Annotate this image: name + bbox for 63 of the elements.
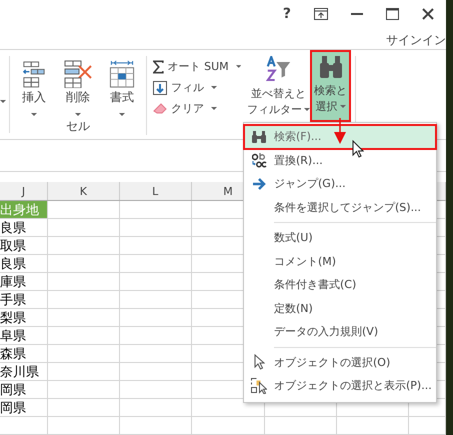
format-cells-icon: [109, 60, 135, 88]
table-cell: 取県: [0, 237, 48, 255]
menu-item[interactable]: オブジェクトの選択と表示(P)...: [244, 374, 436, 398]
table-cell: 阜県: [0, 327, 48, 345]
table-cell: 森県: [0, 345, 48, 363]
delete-cells-icon: [64, 60, 92, 88]
help-button[interactable]: ?: [282, 6, 291, 22]
table-cell: 岡県: [0, 381, 48, 399]
table-cell: 岡県: [0, 399, 48, 417]
caret-icon: [304, 108, 310, 111]
fill-down-icon: [153, 80, 167, 94]
caret-icon[interactable]: [0, 100, 6, 104]
menu-item[interactable]: 数式(U): [244, 226, 436, 250]
format-button[interactable]: 書式: [101, 56, 143, 118]
maximize-icon[interactable]: [386, 8, 399, 20]
table-cell: 出身地: [0, 201, 48, 219]
menu-item[interactable]: 置換(R)...: [244, 148, 436, 172]
column-header[interactable]: L: [120, 182, 192, 200]
close-icon[interactable]: [422, 8, 434, 20]
sum-button[interactable]: オート SUM: [151, 58, 243, 75]
fill-button[interactable]: フィル: [151, 79, 243, 96]
arrow-right-icon: [252, 178, 266, 190]
cursor-icon: [352, 140, 364, 158]
replace-icon: [252, 152, 266, 168]
selection-pane-icon: [251, 378, 267, 394]
column-header[interactable]: K: [48, 182, 120, 200]
table-cell: [0, 417, 48, 435]
binoculars-icon: [320, 56, 342, 78]
caret-icon: [340, 105, 346, 108]
eraser-icon: [153, 103, 167, 114]
caret-icon: [75, 113, 81, 116]
menu-item[interactable]: コメント(M): [244, 250, 436, 273]
insert-button[interactable]: 挿入: [13, 56, 55, 118]
sign-in-link[interactable]: サインイン: [386, 33, 446, 47]
table-cell: 良県: [0, 255, 48, 273]
menu-item[interactable]: 検索(F)...: [244, 125, 436, 148]
caret-icon: [236, 65, 241, 68]
table-cell: 梨県: [0, 309, 48, 327]
find-button[interactable]: 検索と 選択: [312, 52, 349, 120]
menu-item[interactable]: データの入力規則(V): [244, 320, 436, 344]
insert-cells-icon: [22, 60, 46, 88]
menu-item[interactable]: 定数(N): [244, 296, 436, 320]
table-cell: 庫県: [0, 273, 48, 291]
clear-button[interactable]: クリア: [151, 100, 243, 117]
sigma-icon: [153, 60, 164, 74]
group-label: セル: [66, 118, 90, 136]
minimize-icon[interactable]: [351, 12, 363, 16]
caret-icon: [119, 113, 125, 116]
annotation-arrow: [334, 118, 346, 144]
menu-item[interactable]: オブジェクトの選択(O): [244, 350, 436, 374]
pointer-icon: [254, 354, 264, 370]
table-cell: 奈川県: [0, 363, 48, 381]
caret-icon: [31, 113, 37, 116]
table-cell: 手県: [0, 291, 48, 309]
delete-button[interactable]: 削除: [57, 56, 99, 118]
caret-icon: [211, 86, 217, 89]
menu-item[interactable]: 条件付き書式(C): [244, 273, 436, 296]
sort-button[interactable]: 並べ替えと フィルター: [245, 52, 312, 120]
column-header[interactable]: J: [0, 182, 48, 200]
ribbon-display-icon[interactable]: [314, 8, 328, 20]
caret-icon: [211, 107, 217, 110]
table-cell: 良県: [0, 219, 48, 237]
binoculars-icon: [252, 130, 266, 143]
